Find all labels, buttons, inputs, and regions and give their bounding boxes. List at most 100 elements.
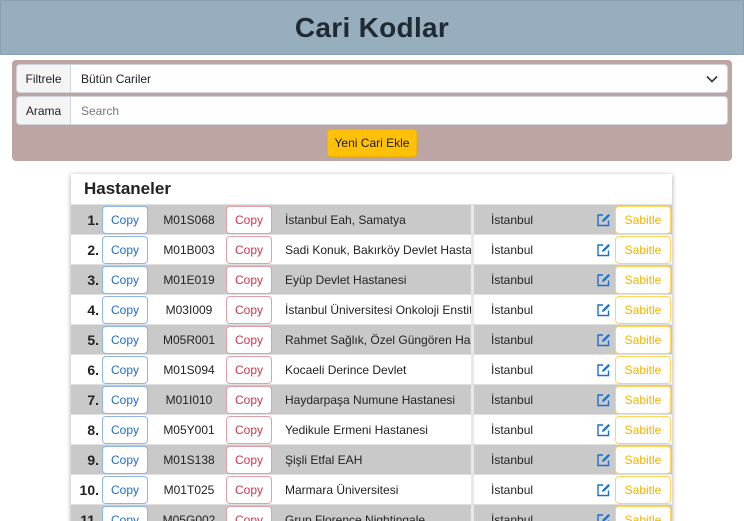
column-divider [471,505,474,521]
account-code: M01S138 [163,452,215,467]
city-name: İstanbul [491,302,534,317]
city-name: İstanbul [491,392,534,407]
copy-code-button[interactable]: Copy [102,476,148,504]
edit-icon[interactable] [595,205,611,234]
copy-name-button[interactable]: Copy [226,296,272,324]
edit-icon[interactable] [595,265,611,294]
account-code: M01T025 [163,482,215,497]
pin-button[interactable]: Sabitle [615,446,671,474]
edit-icon[interactable] [595,445,611,474]
copy-name-button[interactable]: Copy [226,446,272,474]
copy-name-button[interactable]: Copy [226,266,272,294]
account-code: M01S068 [163,212,215,227]
row-number: 10. [79,481,99,498]
copy-code-button[interactable]: Copy [102,446,148,474]
chevron-down-icon[interactable] [697,65,727,92]
table-row: 6. Copy M01S094 Copy Kocaeli Derince Dev… [71,354,672,385]
page-header: Cari Kodlar [0,0,744,55]
copy-name-button[interactable]: Copy [226,386,272,414]
page-title: Cari Kodlar [294,11,450,43]
copy-name-button[interactable]: Copy [226,476,272,504]
edit-icon[interactable] [595,295,611,324]
search-group: Arama [16,96,728,125]
hospital-name: Rahmet Sağlık, Özel Güngören Has [285,332,471,347]
pin-button[interactable]: Sabitle [615,266,671,294]
column-divider [471,385,474,415]
copy-code-button[interactable]: Copy [102,506,148,521]
city-name: İstanbul [491,452,534,467]
account-code: M05Y001 [163,422,215,437]
city-name: İstanbul [491,242,534,257]
copy-code-button[interactable]: Copy [102,266,148,294]
table-row: 5. Copy M05R001 Copy Rahmet Sağlık, Özel… [71,324,672,355]
table-row: 11. Copy M05G002 Copy Grup Florence Nigh… [71,504,672,521]
pin-button[interactable]: Sabitle [615,416,671,444]
edit-icon[interactable] [595,475,611,504]
pin-button[interactable]: Sabitle [615,206,671,234]
table-row: 4. Copy M03I009 Copy İstanbul Üniversite… [71,294,672,325]
pin-button[interactable]: Sabitle [615,236,671,264]
copy-code-button[interactable]: Copy [102,236,148,264]
edit-icon[interactable] [595,355,611,384]
column-divider [471,205,474,235]
row-number: 2. [87,241,99,258]
hospital-name: Yedikule Ermeni Hastanesi [285,422,428,437]
hospital-name: Grup Florence Nightingale [285,512,426,521]
row-number: 4. [87,301,99,318]
row-number: 8. [87,421,99,438]
copy-name-button[interactable]: Copy [226,356,272,384]
filter-panel: Filtrele Bütün Cariler Arama Yeni Cari E… [12,60,732,161]
hospital-name: Kocaeli Derince Devlet [285,362,407,377]
copy-name-button[interactable]: Copy [226,236,272,264]
filter-select[interactable]: Filtrele Bütün Cariler [16,64,728,93]
city-name: İstanbul [491,482,534,497]
copy-code-button[interactable]: Copy [102,356,148,384]
search-input[interactable] [71,97,727,124]
add-account-button[interactable]: Yeni Cari Ekle [327,129,417,157]
account-code: M05R001 [162,332,216,347]
hospital-name: Şişli Etfal EAH [285,452,363,467]
copy-code-button[interactable]: Copy [102,386,148,414]
city-name: İstanbul [491,422,534,437]
account-code: M01S094 [163,362,215,377]
edit-icon[interactable] [595,505,611,521]
table-row: 9. Copy M01S138 Copy Şişli Etfal EAH İst… [71,444,672,475]
edit-icon[interactable] [595,235,611,264]
city-name: İstanbul [491,512,534,521]
account-code: M01B003 [163,242,215,257]
hospital-name: İstanbul Üniversitesi Onkoloji Enstit [285,302,471,317]
account-code: M03I009 [165,302,213,317]
copy-code-button[interactable]: Copy [102,416,148,444]
hospital-name: Haydarpaşa Numune Hastanesi [285,392,456,407]
pin-button[interactable]: Sabitle [615,476,671,504]
row-number: 7. [87,391,99,408]
row-number: 5. [87,331,99,348]
hospital-name: Marmara Üniversitesi [285,482,399,497]
edit-icon[interactable] [595,325,611,354]
city-name: İstanbul [491,212,534,227]
copy-code-button[interactable]: Copy [102,326,148,354]
column-divider [471,475,474,505]
copy-code-button[interactable]: Copy [102,296,148,324]
hospitals-card: Hastaneler 1. Copy M01S068 Copy İstanbul… [71,174,672,521]
column-divider [471,445,474,475]
column-divider [471,325,474,355]
copy-name-button[interactable]: Copy [226,206,272,234]
pin-button[interactable]: Sabitle [615,326,671,354]
card-title: Hastaneler [84,179,171,198]
pin-button[interactable]: Sabitle [615,386,671,414]
filter-selected-value[interactable]: Bütün Cariler [71,65,697,92]
edit-icon[interactable] [595,415,611,444]
hospital-list: 1. Copy M01S068 Copy İstanbul Eah, Samat… [71,204,672,521]
pin-button[interactable]: Sabitle [615,296,671,324]
pin-button[interactable]: Sabitle [615,356,671,384]
table-row: 1. Copy M01S068 Copy İstanbul Eah, Samat… [71,204,672,235]
pin-button[interactable]: Sabitle [615,506,671,521]
copy-name-button[interactable]: Copy [226,416,272,444]
copy-code-button[interactable]: Copy [102,206,148,234]
city-name: İstanbul [491,362,534,377]
copy-name-button[interactable]: Copy [226,326,272,354]
column-divider [471,235,474,265]
copy-name-button[interactable]: Copy [226,506,272,521]
edit-icon[interactable] [595,385,611,414]
